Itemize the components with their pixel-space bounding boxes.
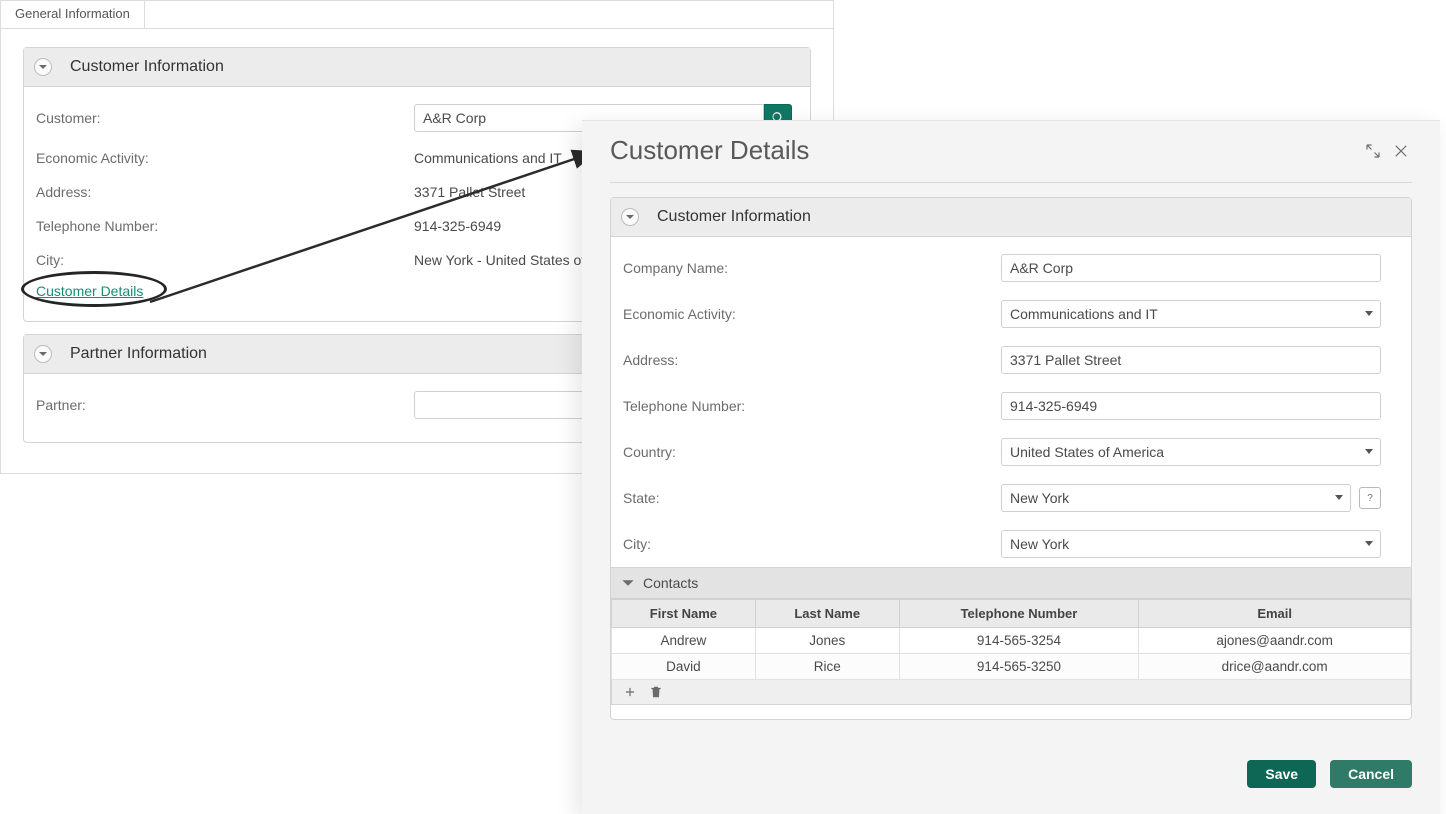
label-customer: Customer: xyxy=(36,110,414,126)
chevron-down-icon xyxy=(34,345,52,363)
country-select[interactable] xyxy=(1001,438,1381,466)
label-state: State: xyxy=(623,490,1001,506)
modal-customer-details: Customer Details Customer Information Co… xyxy=(582,120,1440,814)
contacts-header[interactable]: Contacts xyxy=(611,567,1411,599)
tab-bar: General Information xyxy=(1,1,833,29)
table-row[interactable]: David Rice 914-565-3250 drice@aandr.com xyxy=(612,654,1411,680)
cell-last: Jones xyxy=(755,628,899,654)
cell-first: David xyxy=(612,654,756,680)
cancel-button[interactable]: Cancel xyxy=(1330,760,1412,788)
tab-general[interactable]: General Information xyxy=(1,1,145,29)
company-input[interactable] xyxy=(1001,254,1381,282)
city-select[interactable] xyxy=(1001,530,1381,558)
col-last: Last Name xyxy=(755,600,899,628)
col-phone: Telephone Number xyxy=(899,600,1139,628)
customer-details-link[interactable]: Customer Details xyxy=(36,283,143,299)
modal-section-body: Company Name: Economic Activity: Address… xyxy=(611,237,1411,719)
state-select[interactable] xyxy=(1001,484,1351,512)
contacts-table: First Name Last Name Telephone Number Em… xyxy=(611,599,1411,680)
modal-body: Customer Information Company Name: Econo… xyxy=(582,183,1440,738)
chevron-down-icon xyxy=(34,58,52,76)
modal-header: Customer Details xyxy=(582,121,1440,166)
cell-last: Rice xyxy=(755,654,899,680)
label-telephone: Telephone Number: xyxy=(623,398,1001,414)
section-title: Partner Information xyxy=(70,345,207,363)
label-address: Address: xyxy=(36,184,414,200)
cell-first: Andrew xyxy=(612,628,756,654)
label-city: City: xyxy=(623,536,1001,552)
col-first: First Name xyxy=(612,600,756,628)
contacts-title: Contacts xyxy=(643,575,698,591)
save-button[interactable]: Save xyxy=(1247,760,1316,788)
value-address: 3371 Pallet Street xyxy=(414,184,525,200)
section-header-customer[interactable]: Customer Information xyxy=(24,48,810,87)
label-address: Address: xyxy=(623,352,1001,368)
col-email: Email xyxy=(1139,600,1411,628)
label-company: Company Name: xyxy=(623,260,1001,276)
label-economic: Economic Activity: xyxy=(623,306,1001,322)
telephone-input[interactable] xyxy=(1001,392,1381,420)
label-country: Country: xyxy=(623,444,1001,460)
chevron-down-icon xyxy=(621,576,635,590)
cell-phone: 914-565-3250 xyxy=(899,654,1139,680)
address-input[interactable] xyxy=(1001,346,1381,374)
value-city: New York - United States of A xyxy=(414,252,598,268)
section-modal-customer: Customer Information Company Name: Econo… xyxy=(610,197,1412,720)
modal-footer: Save Cancel xyxy=(582,738,1440,814)
contacts-toolbar xyxy=(611,680,1411,705)
cell-email: drice@aandr.com xyxy=(1139,654,1411,680)
cell-phone: 914-565-3254 xyxy=(899,628,1139,654)
expand-icon[interactable] xyxy=(1362,140,1384,162)
value-economic: Communications and IT xyxy=(414,150,562,166)
table-row[interactable]: Andrew Jones 914-565-3254 ajones@aandr.c… xyxy=(612,628,1411,654)
label-telephone: Telephone Number: xyxy=(36,218,414,234)
economic-select[interactable] xyxy=(1001,300,1381,328)
delete-row-button[interactable] xyxy=(648,684,664,700)
chevron-down-icon xyxy=(621,208,639,226)
section-title: Customer Information xyxy=(657,208,811,226)
label-city: City: xyxy=(36,252,414,268)
section-header-modal[interactable]: Customer Information xyxy=(611,198,1411,237)
cell-email: ajones@aandr.com xyxy=(1139,628,1411,654)
help-button[interactable]: ? xyxy=(1359,487,1381,509)
contacts-header-row: First Name Last Name Telephone Number Em… xyxy=(612,600,1411,628)
label-economic: Economic Activity: xyxy=(36,150,414,166)
label-partner: Partner: xyxy=(36,397,414,413)
close-icon[interactable] xyxy=(1390,140,1412,162)
section-title: Customer Information xyxy=(70,58,224,76)
modal-title: Customer Details xyxy=(610,135,1356,166)
add-row-button[interactable] xyxy=(622,684,638,700)
value-telephone: 914-325-6949 xyxy=(414,218,501,234)
